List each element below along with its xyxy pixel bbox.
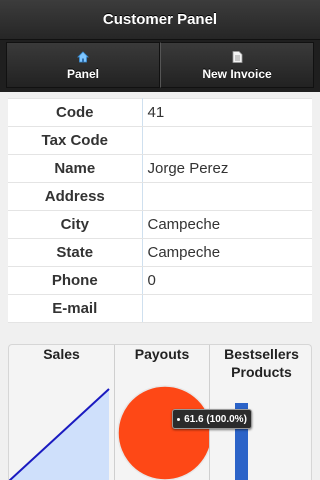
page-title: Customer Panel [0, 0, 320, 40]
tax-code-value [142, 126, 312, 155]
sales-panel: Sales [9, 345, 114, 480]
home-icon [77, 50, 89, 64]
bestsellers-title: Bestsellers Products [224, 346, 299, 380]
table-row: City Campeche [8, 210, 312, 239]
tooltip-text: 61.6 (100.0%) [184, 413, 247, 425]
new-invoice-button-label: New Invoice [202, 66, 272, 81]
sales-chart [9, 388, 110, 480]
payouts-slice [117, 385, 209, 480]
address-value [142, 182, 312, 211]
table-row: Phone 0 [8, 266, 312, 295]
email-value [142, 294, 312, 323]
nav-bar: Panel New Invoice [0, 40, 320, 92]
phone-label: Phone [8, 266, 143, 295]
name-label: Name [8, 154, 143, 183]
tax-code-label: Tax Code [8, 126, 143, 155]
customer-table: Code 41 Tax Code Name Jorge Perez Addres… [8, 98, 312, 323]
city-value: Campeche [142, 210, 312, 239]
code-value: 41 [142, 98, 312, 127]
table-row: Code 41 [8, 98, 312, 127]
document-icon [232, 50, 243, 64]
table-row: Address [8, 182, 312, 211]
table-row: Name Jorge Perez [8, 154, 312, 183]
table-row: State Campeche [8, 238, 312, 267]
state-value: Campeche [142, 238, 312, 267]
address-label: Address [8, 182, 143, 211]
name-value: Jorge Perez [142, 154, 312, 183]
customer-details: Code 41 Tax Code Name Jorge Perez Addres… [8, 98, 312, 323]
table-row: Tax Code [8, 126, 312, 155]
email-label: E-mail [8, 294, 143, 323]
city-label: City [8, 210, 143, 239]
phone-value: 0 [142, 266, 312, 295]
payouts-title: Payouts [134, 346, 190, 362]
chart-tooltip: 61.6 (100.0%) [172, 409, 252, 429]
new-invoice-button[interactable]: New Invoice [160, 42, 314, 88]
code-label: Code [8, 98, 143, 127]
state-label: State [8, 238, 143, 267]
dashboard-charts: Sales Payouts Bestsellers Products [8, 344, 312, 480]
panel-button-label: Panel [66, 66, 99, 81]
sales-title: Sales [43, 346, 80, 362]
table-row: E-mail [8, 294, 312, 323]
tooltip-marker-icon [177, 417, 181, 421]
panel-button[interactable]: Panel [6, 42, 160, 88]
